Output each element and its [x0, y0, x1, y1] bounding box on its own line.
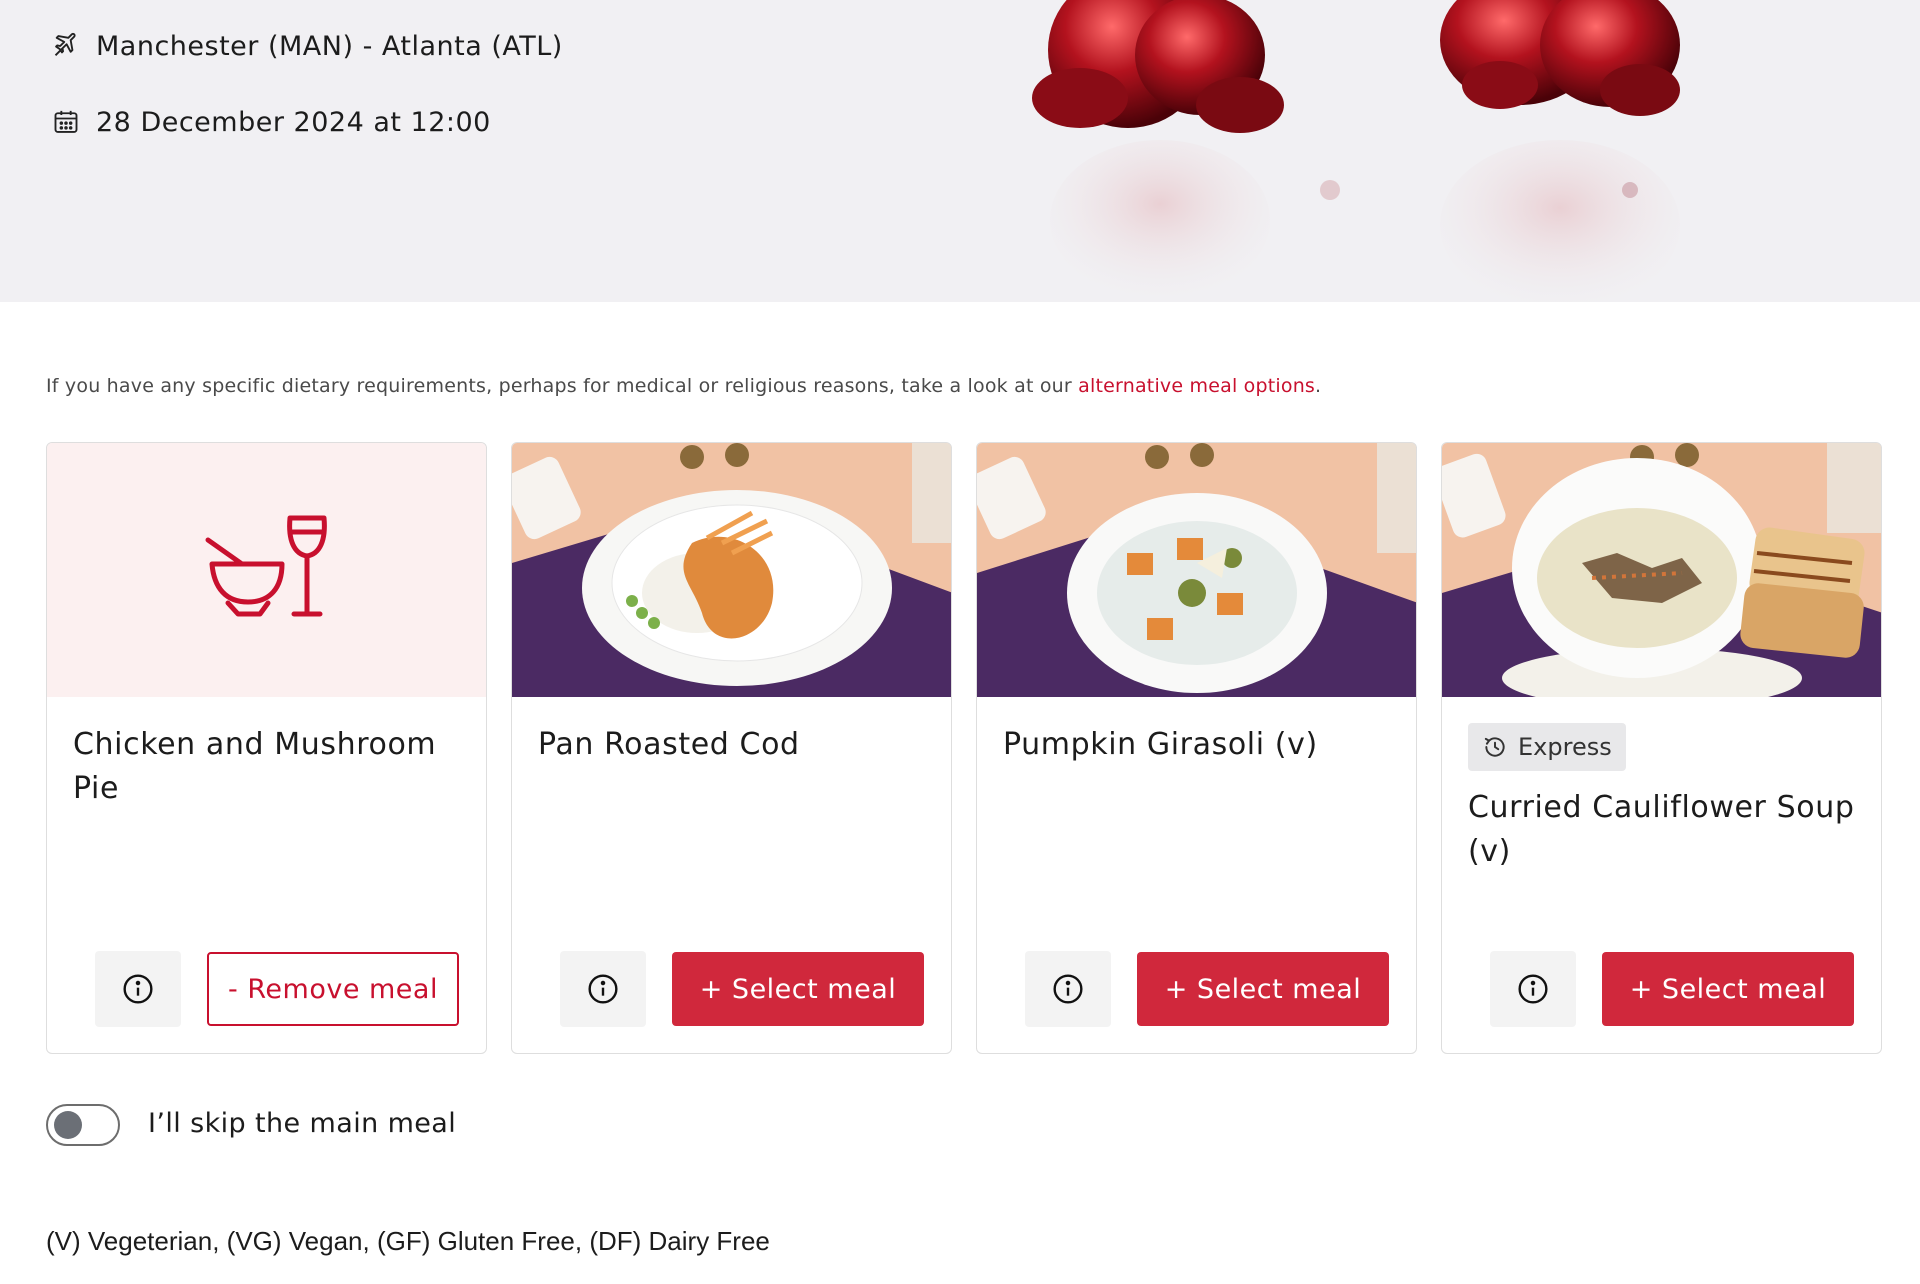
meal-name: Curried Cauliflower Soup (v)	[1468, 790, 1855, 869]
meal-info-button[interactable]	[560, 951, 646, 1027]
badge-label: Express	[1518, 733, 1612, 761]
clock-history-icon	[1484, 737, 1505, 757]
calendar-icon	[50, 106, 82, 138]
dietary-notice: If you have any specific dietary require…	[46, 375, 1321, 397]
info-icon	[1518, 974, 1548, 1004]
meal-image-placeholder	[47, 443, 486, 697]
remove-meal-button[interactable]: - Remove meal	[207, 952, 459, 1026]
select-meal-button[interactable]: + Select meal	[1602, 952, 1854, 1026]
skip-meal-toggle[interactable]	[46, 1104, 120, 1146]
meal-cards: Chicken and Mushroom Pie - Remove meal P…	[46, 442, 1883, 1056]
info-icon	[588, 974, 618, 1004]
notice-text: If you have any specific dietary require…	[46, 375, 1079, 397]
datetime-text: 28 December 2024 at 12:00	[96, 106, 491, 138]
hero-image	[1032, 0, 1680, 302]
meal-info-button[interactable]	[1025, 951, 1111, 1027]
flight-route: Manchester (MAN) - Atlanta (ATL)	[50, 30, 563, 62]
flight-date: 28 December 2024 at 12:00	[50, 106, 491, 138]
info-icon	[1053, 974, 1083, 1004]
meal-name: Pumpkin Girasoli (v)	[1003, 727, 1318, 762]
select-meal-button[interactable]: + Select meal	[1137, 952, 1389, 1026]
meal-info-button[interactable]	[1490, 951, 1576, 1027]
meal-photo	[1442, 443, 1881, 697]
route-text: Manchester (MAN) - Atlanta (ATL)	[96, 30, 563, 62]
meal-and-wine-icon	[205, 515, 327, 617]
meal-card: Chicken and Mushroom Pie - Remove meal	[46, 442, 487, 1054]
meal-name: Chicken and Mushroom Pie	[73, 727, 437, 806]
info-icon	[123, 974, 153, 1004]
airplane-icon	[50, 30, 82, 62]
flight-header: Manchester (MAN) - Atlanta (ATL) 28 Dece…	[0, 0, 1920, 302]
meal-photo	[512, 443, 951, 697]
alternative-meals-link[interactable]: alternative meal options	[1078, 375, 1315, 397]
meal-photo	[977, 443, 1416, 697]
meal-card: Express Curried Cauliflower Soup (v) + S…	[1441, 442, 1882, 1054]
meal-info-button[interactable]	[95, 951, 181, 1027]
meal-card: Pan Roasted Cod + Select meal	[511, 442, 952, 1054]
toggle-knob	[54, 1111, 82, 1139]
notice-suffix: .	[1315, 375, 1322, 397]
express-badge: Express	[1468, 723, 1626, 771]
meal-name: Pan Roasted Cod	[538, 727, 800, 762]
dietary-legend: (V) Vegeterian, (VG) Vegan, (GF) Gluten …	[46, 1226, 770, 1256]
meal-card: Pumpkin Girasoli (v) + Select meal	[976, 442, 1417, 1054]
skip-meal-label: I’ll skip the main meal	[148, 1108, 457, 1139]
select-meal-button[interactable]: + Select meal	[672, 952, 924, 1026]
